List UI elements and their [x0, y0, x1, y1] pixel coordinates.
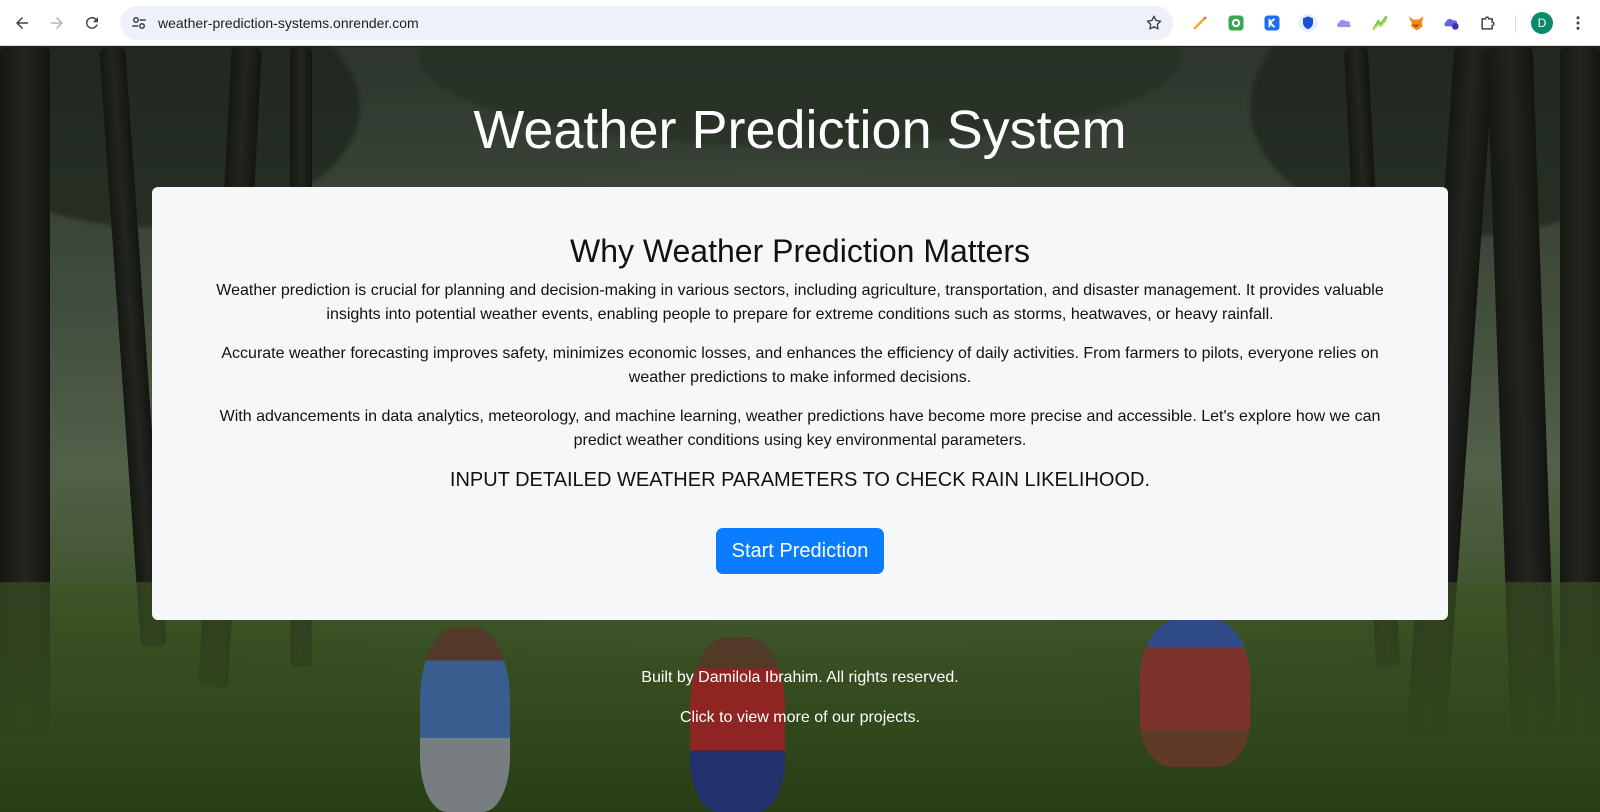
card-heading: Why Weather Prediction Matters [569, 233, 1030, 269]
page-title: Weather Prediction System [473, 100, 1127, 160]
back-button[interactable] [6, 7, 38, 39]
shield-icon[interactable] [1297, 12, 1319, 34]
chart-icon[interactable] [1369, 12, 1391, 34]
start-prediction-button[interactable]: Start Prediction [716, 528, 884, 574]
fox-icon[interactable] [1405, 12, 1427, 34]
card-paragraph-1: Weather prediction is crucial for planni… [216, 282, 1384, 323]
k-icon[interactable] [1261, 12, 1283, 34]
cta-text: INPUT DETAILED WEATHER PARAMETERS TO CHE… [449, 469, 1151, 491]
card-paragraph-2: Accurate weather forecasting improves sa… [221, 345, 1379, 386]
android-icon[interactable] [1225, 12, 1247, 34]
cloud-shield-icon[interactable] [1441, 12, 1463, 34]
footer-credit: Built by Damilola Ibrahim. All rights re… [641, 669, 959, 686]
profile-avatar[interactable]: D [1531, 12, 1553, 34]
browser-toolbar: weather-prediction-systems.onrender.com … [0, 0, 1600, 46]
cloud-icon[interactable] [1333, 12, 1355, 34]
arrow-left-icon [16, 17, 28, 29]
info-card: Why Weather Prediction Matters Weather p… [152, 187, 1448, 620]
reload-icon [85, 16, 98, 29]
projects-link[interactable]: Click to view more of our projects. [0, 709, 1600, 727]
more-menu-icon[interactable] [1568, 12, 1588, 34]
arrow-right-icon [51, 17, 63, 29]
page-viewport: Weather Prediction System Why Weather Pr… [0, 47, 1600, 812]
site-settings-icon[interactable] [130, 14, 148, 32]
pen-icon[interactable] [1189, 12, 1211, 34]
address-bar[interactable]: weather-prediction-systems.onrender.com [120, 6, 1173, 40]
card-paragraph-3: With advancements in data analytics, met… [219, 408, 1381, 449]
puzzle-icon[interactable] [1477, 12, 1499, 34]
toolbar-divider [1515, 15, 1516, 33]
url-text[interactable]: weather-prediction-systems.onrender.com [158, 15, 1145, 31]
forward-button[interactable] [41, 7, 73, 39]
bookmark-star-icon[interactable] [1145, 14, 1163, 32]
reload-button[interactable] [76, 7, 108, 39]
